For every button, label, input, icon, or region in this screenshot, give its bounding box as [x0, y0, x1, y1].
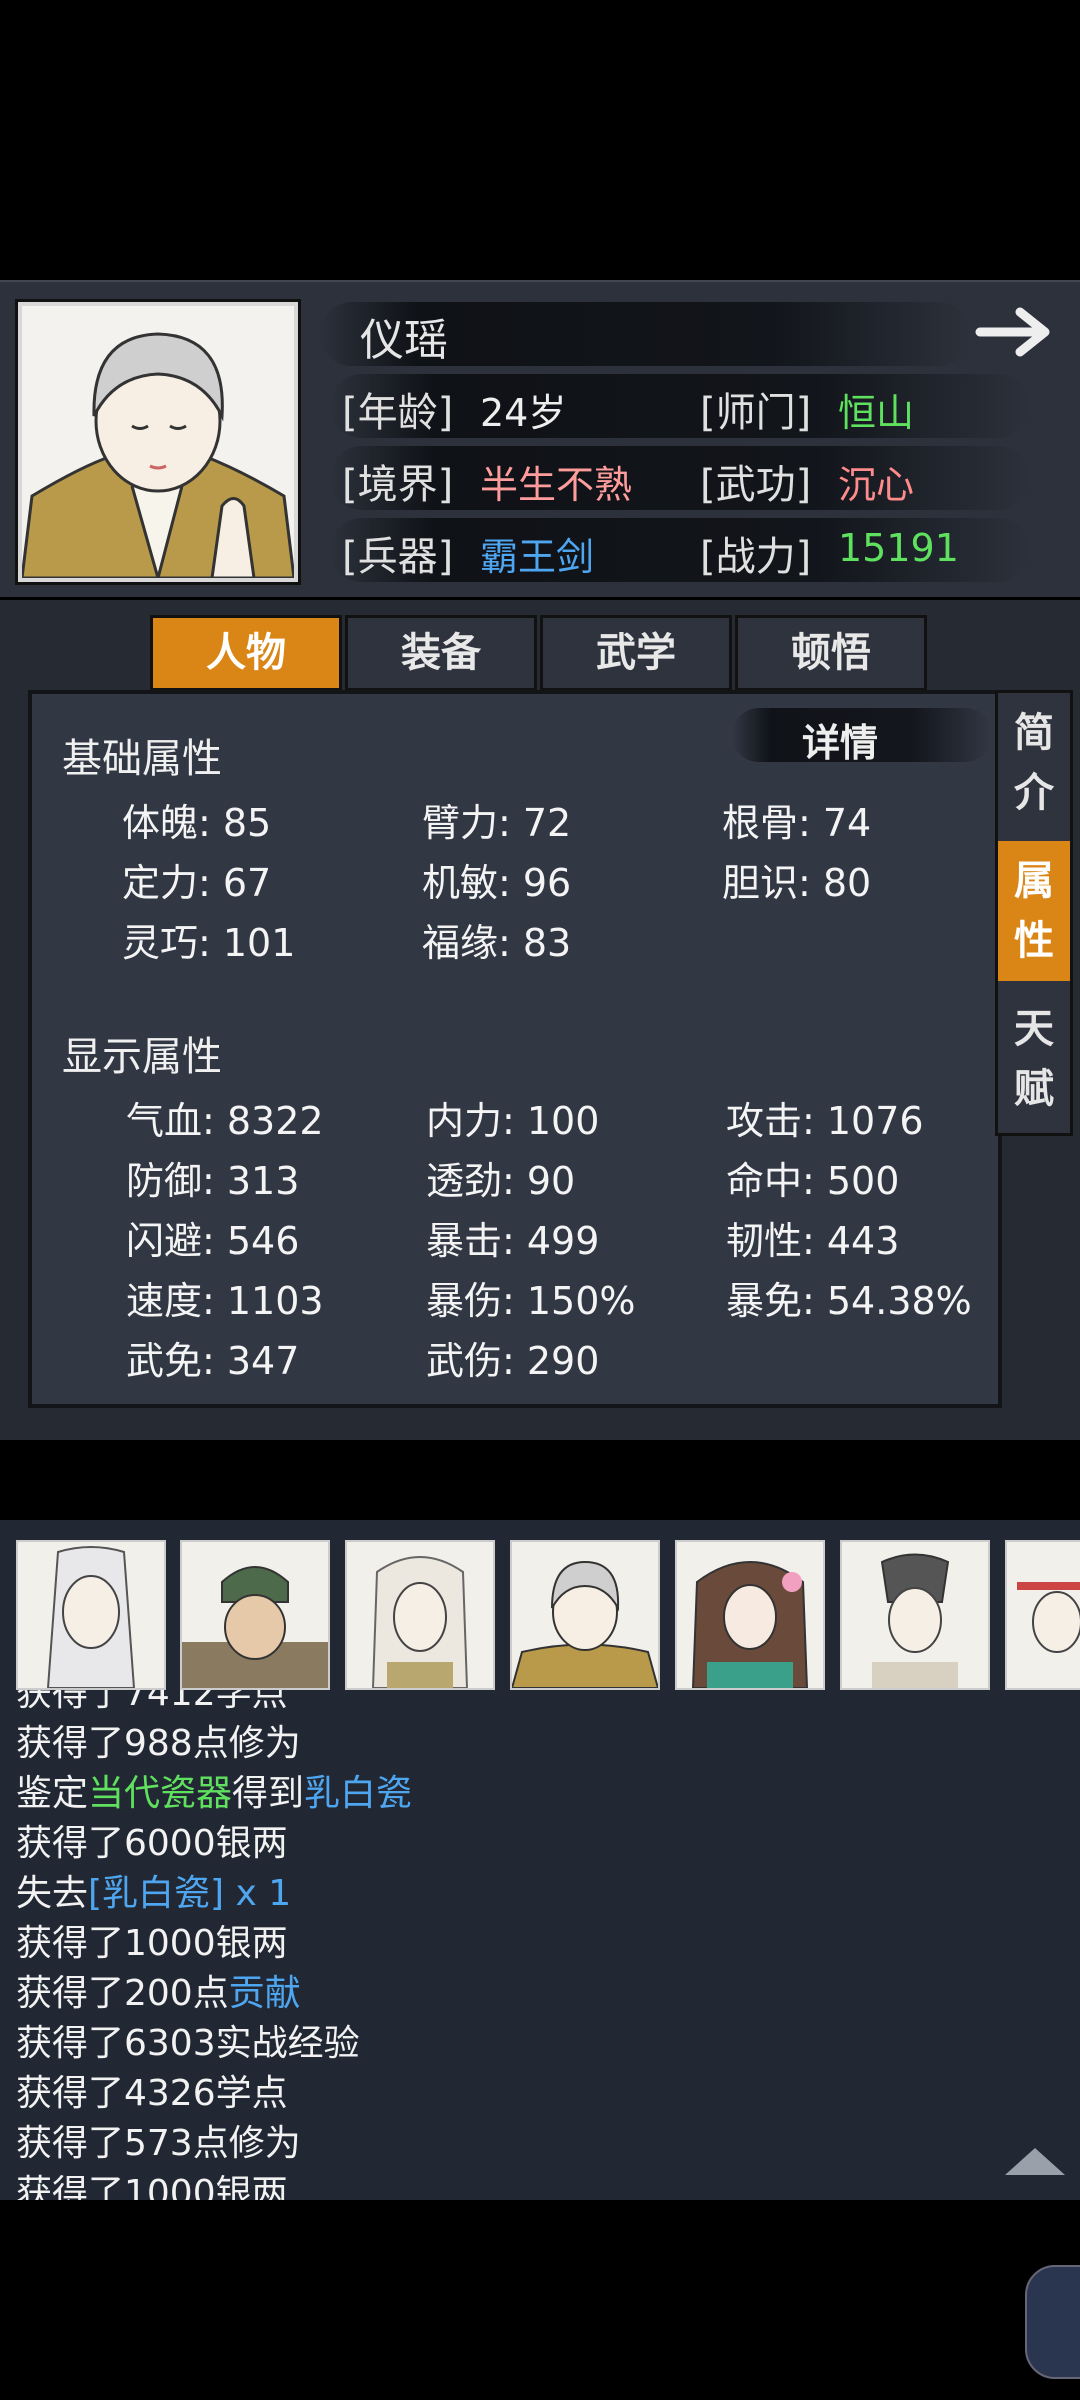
tab-equipment[interactable]: 装备: [345, 615, 537, 691]
log-line: 获得了1000银两: [16, 2173, 288, 2200]
stat-speed: 速度: 1103: [126, 1279, 324, 1323]
side-tab-talents-label: 天赋: [1014, 1006, 1054, 1112]
log-line: 获得了200点贡献: [16, 1973, 301, 2014]
log-line: 失去[乳白瓷] x 1: [16, 1873, 292, 1914]
side-tabs: 简介 属性 天赋: [995, 690, 1073, 1136]
tab-character[interactable]: 人物: [150, 615, 342, 691]
side-tab-attributes[interactable]: 属性: [998, 841, 1070, 981]
stat-defense: 防御: 313: [126, 1159, 300, 1203]
floating-menu-button[interactable]: [1025, 2265, 1080, 2379]
log-line: 获得了4326学点: [16, 2073, 288, 2114]
character-name: 仪瑶: [360, 315, 448, 366]
stat-courage: 胆识: 80: [722, 861, 872, 905]
sect-label: [师门]: [700, 390, 812, 436]
side-tab-attributes-label: 属性: [1014, 858, 1054, 964]
sect-value: 恒山: [838, 391, 915, 435]
stat-toughness: 韧性: 443: [726, 1219, 900, 1263]
power-value: 15191: [838, 526, 959, 570]
stat-fortune: 福缘: 83: [422, 921, 572, 965]
stat-accuracy: 命中: 500: [726, 1159, 900, 1203]
log-line: 获得了6000银两: [16, 1823, 288, 1864]
next-character-button[interactable]: [975, 302, 1065, 362]
realm-label: [境界]: [342, 462, 454, 508]
attributes-panel: 详情 基础属性 体魄: 85 臂力: 72 根骨: 74 定力: 67 机敏: …: [28, 690, 1002, 1408]
arrow-right-icon: [975, 307, 1050, 357]
stat-dodge: 闪避: 546: [126, 1219, 300, 1263]
weapon-value[interactable]: 霸王剑: [480, 526, 594, 581]
stat-penetration: 透劲: 90: [426, 1159, 576, 1203]
party-member[interactable]: [16, 1540, 166, 1690]
message-log[interactable]: 获得了7412学点 获得了988点修为 鉴定当代瓷器得到乳白瓷 获得了6000银…: [0, 1690, 1080, 2200]
side-tab-profile[interactable]: 简介: [998, 693, 1070, 833]
log-line: 获得了988点修为: [16, 1723, 301, 1764]
party-bar: [0, 1520, 1080, 1690]
log-line: 获得了7412学点: [16, 1690, 288, 1714]
stat-hp: 气血: 8322: [126, 1099, 324, 1143]
party-member[interactable]: [510, 1540, 660, 1690]
realm-value: 半生不熟: [480, 463, 633, 507]
stat-wit: 机敏: 96: [422, 861, 572, 905]
character-portrait[interactable]: [18, 302, 298, 582]
side-tab-talents[interactable]: 天赋: [998, 989, 1070, 1129]
party-member[interactable]: [675, 1540, 825, 1690]
stat-dexterity: 灵巧: 101: [122, 921, 296, 965]
stat-martial-resist: 武免: 347: [126, 1339, 300, 1383]
display-attributes-title: 显示属性: [62, 1034, 222, 1080]
party-member[interactable]: [1005, 1540, 1080, 1690]
stat-focus: 定力: 67: [122, 861, 272, 905]
tab-martial-arts[interactable]: 武学: [540, 615, 732, 691]
scroll-up-button[interactable]: [1000, 2140, 1070, 2190]
log-line: 获得了573点修为: [16, 2123, 301, 2164]
martial-art-value[interactable]: 沉心: [838, 454, 914, 509]
stat-physique: 体魄: 85: [122, 801, 272, 845]
basic-attributes-title: 基础属性: [62, 736, 222, 782]
character-header: 仪瑶 [年龄] 24岁 [师门] 恒山 [境界] 半生不熟 [武功] 沉心 [兵…: [0, 280, 1080, 597]
power-label: [战力]: [700, 534, 812, 580]
stat-crit-damage: 暴伤: 150%: [426, 1279, 636, 1323]
tab-enlightenment[interactable]: 顿悟: [735, 615, 927, 691]
stat-crit: 暴击: 499: [426, 1219, 600, 1263]
stat-attack: 攻击: 1076: [726, 1099, 924, 1143]
stat-arm-strength: 臂力: 72: [422, 801, 572, 845]
side-tab-profile-label: 简介: [1014, 710, 1054, 816]
log-line: 获得了6303实战经验: [16, 2023, 360, 2064]
stat-crit-resist: 暴免: 54.38%: [726, 1279, 972, 1323]
party-member[interactable]: [840, 1540, 990, 1690]
weapon-label: [兵器]: [342, 534, 454, 580]
stat-bone: 根骨: 74: [722, 801, 872, 845]
log-line: 鉴定当代瓷器得到乳白瓷: [16, 1773, 413, 1814]
age-value: 24岁: [480, 391, 567, 435]
details-button[interactable]: 详情: [802, 712, 878, 767]
stat-inner-power: 内力: 100: [426, 1099, 600, 1143]
party-member[interactable]: [345, 1540, 495, 1690]
martial-art-label: [武功]: [700, 462, 812, 508]
party-member[interactable]: [180, 1540, 330, 1690]
triangle-up-icon: [1005, 2148, 1065, 2175]
log-line: 获得了1000银两: [16, 1923, 288, 1964]
age-label: [年龄]: [342, 390, 454, 436]
stat-martial-damage: 武伤: 290: [426, 1339, 600, 1383]
